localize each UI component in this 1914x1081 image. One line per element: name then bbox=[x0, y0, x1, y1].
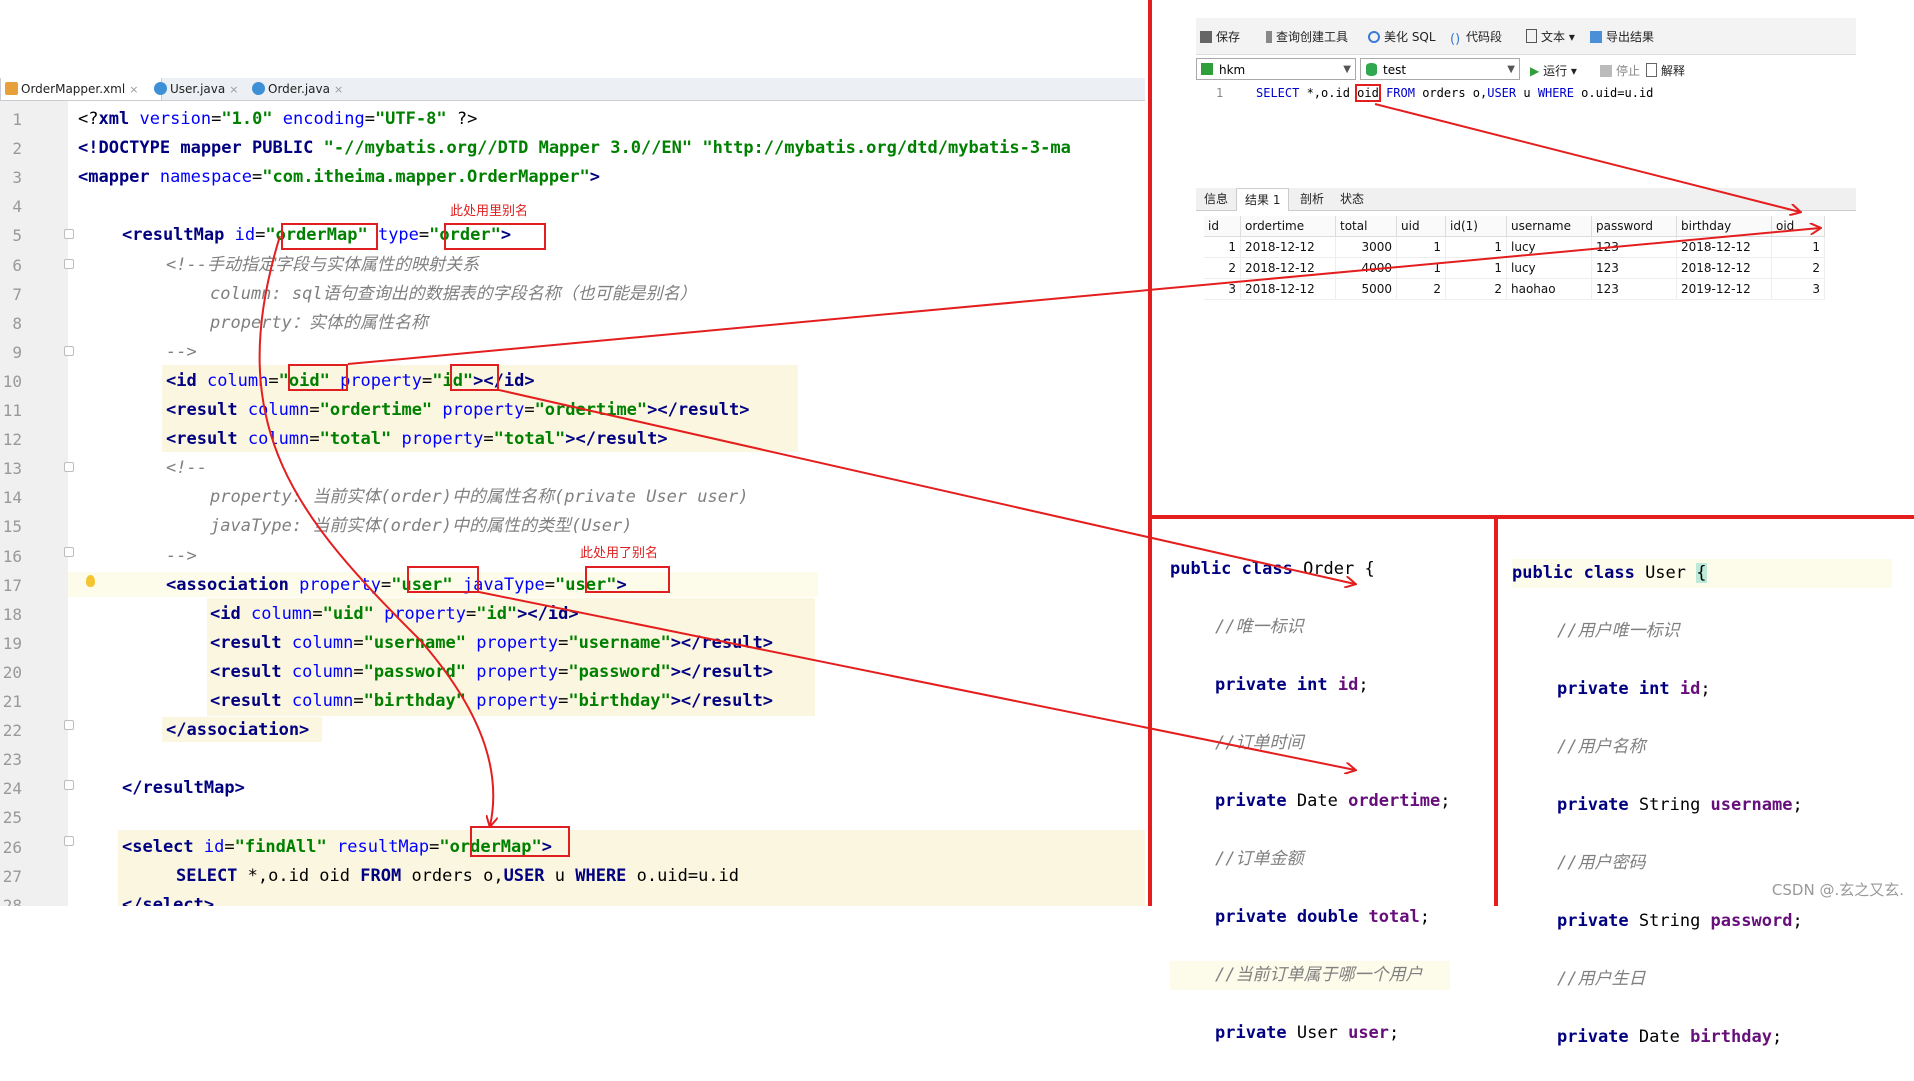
arrow-user-to-order-field bbox=[478, 591, 1355, 770]
arrow-oid-sql-to-column bbox=[1374, 103, 1800, 212]
field-type: String bbox=[1628, 911, 1711, 931]
field-name: user bbox=[1348, 1023, 1390, 1043]
comment: //当前订单属于哪一个用户 bbox=[1170, 961, 1451, 990]
field-password: private String password; bbox=[1557, 911, 1803, 931]
field-user: private User user; bbox=[1215, 1023, 1400, 1043]
java-keyword: private bbox=[1557, 911, 1629, 931]
field-name: birthday bbox=[1690, 1027, 1772, 1047]
java-keyword: private bbox=[1215, 1023, 1287, 1043]
arrow-ordermap-to-select bbox=[258, 235, 494, 826]
arrow-oid-to-result bbox=[347, 228, 1820, 365]
comment-text: //当前订单属于哪一个用户 bbox=[1215, 965, 1423, 985]
field-name: password bbox=[1710, 911, 1793, 931]
field-total: private double total; bbox=[1215, 907, 1430, 927]
field-birthday: private Date birthday; bbox=[1557, 1027, 1783, 1047]
field-type: Date bbox=[1628, 1027, 1691, 1047]
annotation-arrows bbox=[258, 103, 1914, 906]
arrow-id-to-order-field bbox=[498, 389, 1355, 584]
java-keyword: private bbox=[1557, 1027, 1629, 1047]
comment-text: //用户生日 bbox=[1557, 969, 1646, 989]
field-type: User bbox=[1286, 1023, 1349, 1043]
watermark: CSDN @.玄之又玄. bbox=[1771, 881, 1904, 899]
field-name: total bbox=[1368, 907, 1420, 927]
comment: //用户生日 bbox=[1512, 965, 1892, 994]
java-keyword: private double bbox=[1215, 907, 1359, 927]
